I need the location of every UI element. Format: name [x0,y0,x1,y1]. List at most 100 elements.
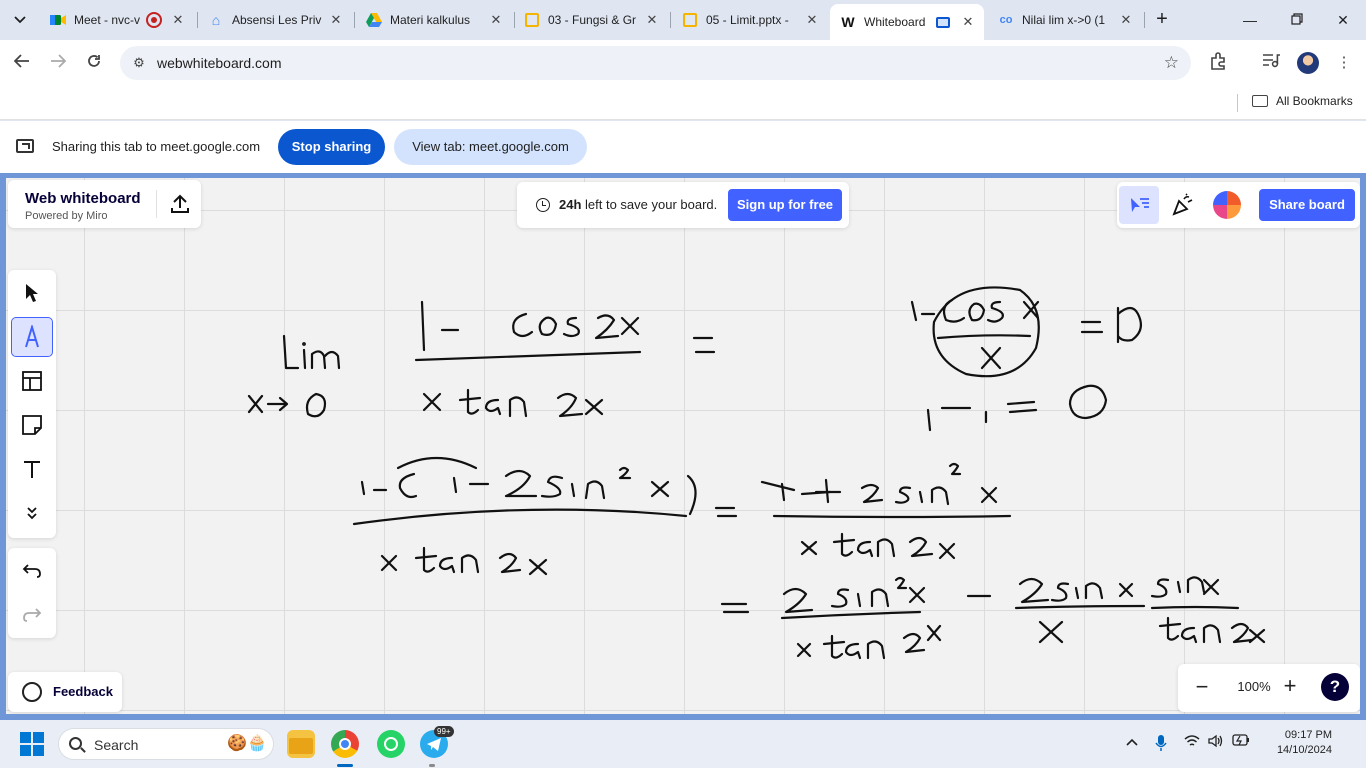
clock-icon [536,198,550,212]
menu-kebab-icon[interactable]: ⋮ [1333,52,1355,74]
battery-icon[interactable] [1232,734,1250,749]
save-notice-text: 24h left to save your board. [559,197,717,212]
tab-title: 05 - Limit.pptx - [706,13,789,27]
tab-whiteboard[interactable]: W Whiteboard ✕ [830,4,984,40]
redo-icon[interactable] [12,596,52,634]
close-icon[interactable]: ✕ [804,12,820,28]
tab-divider [1144,12,1145,28]
search-label: Search [94,737,139,753]
file-explorer-icon[interactable] [287,730,315,758]
browser-toolbar: ⚙ webwhiteboard.com ☆ ⋮ [0,40,1366,86]
stop-sharing-button[interactable]: Stop sharing [278,129,385,165]
tab-title: Absensi Les Priv [232,13,322,27]
notification-badge: 99+ [434,726,454,737]
reload-icon[interactable] [82,51,106,75]
address-bar[interactable]: ⚙ webwhiteboard.com ☆ [120,46,1191,80]
all-bookmarks-label: All Bookmarks [1276,94,1353,108]
cursor-follow-icon[interactable] [1119,186,1159,224]
telegram-icon[interactable]: 99+ [420,726,454,758]
extensions-icon[interactable] [1207,52,1229,74]
active-app-indicator [337,764,353,767]
more-tools-chevron-icon[interactable] [12,494,52,532]
panel-divider [156,190,157,218]
taskbar-search[interactable]: Search 🍪🧁 [58,728,274,760]
whiteboard-icon: W [841,14,855,30]
undo-icon[interactable] [12,552,52,590]
close-icon[interactable]: ✕ [1118,12,1134,28]
tab-absensi[interactable]: ⌂ Absensi Les Priv ✕ [198,6,352,34]
close-icon[interactable]: ✕ [488,12,504,28]
bookmark-star-icon[interactable]: ☆ [1164,53,1179,73]
powered-by-text: Powered by Miro [25,210,108,222]
forward-icon[interactable] [46,51,70,75]
sign-up-button[interactable]: Sign up for free [728,189,842,221]
sticky-note-icon[interactable] [12,406,52,444]
chrome-icon[interactable] [331,730,359,758]
history-panel [8,548,56,638]
minimize-icon[interactable]: — [1238,8,1262,32]
close-icon[interactable]: ✕ [644,12,660,28]
windows-start-icon[interactable] [20,732,44,756]
restore-icon[interactable] [1285,8,1309,32]
running-app-indicator [429,764,435,767]
tab-nilai-lim[interactable]: co Nilai lim x->0 (1 ✕ [988,6,1142,34]
text-tool-icon[interactable] [12,450,52,488]
microphone-icon[interactable] [1155,734,1167,755]
feedback-button[interactable]: Feedback [8,672,122,712]
window-close-icon[interactable]: ✕ [1331,8,1355,32]
close-icon[interactable]: ✕ [960,14,976,30]
drive-icon [366,12,382,28]
profile-avatar[interactable] [1297,52,1319,74]
tab-search-chevron-icon[interactable] [8,8,32,32]
whatsapp-icon[interactable] [377,730,405,758]
wifi-icon[interactable] [1184,734,1200,751]
help-button[interactable]: ? [1321,673,1349,701]
tab-materi[interactable]: Materi kalkulus ✕ [356,6,512,34]
all-bookmarks-button[interactable]: All Bookmarks [1252,94,1353,108]
clock-time: 09:17 PM [1284,729,1332,741]
present-screen-icon [16,139,34,153]
view-tab-button[interactable]: View tab: meet.google.com [394,129,587,165]
clock-date: 14/10/2024 [1276,744,1332,756]
site-info-icon[interactable]: ⚙ [130,54,148,72]
whiteboard-canvas[interactable]: Web whiteboard Powered by Miro 24h left … [6,178,1360,714]
zoom-level[interactable]: 100% [1232,679,1276,694]
shared-tab-frame: Web whiteboard Powered by Miro 24h left … [0,173,1366,720]
volume-icon[interactable] [1208,734,1224,751]
search-icon [69,737,82,750]
new-tab-button[interactable]: + [1150,8,1174,32]
slides-icon [524,12,540,28]
recording-icon [146,12,162,28]
save-notice-rest: left to save your board. [581,197,718,212]
tab-divider [670,12,671,28]
screen-share-icon [936,16,950,28]
tab-limit[interactable]: 05 - Limit.pptx - ✕ [672,6,828,34]
share-board-button[interactable]: Share board [1259,189,1355,221]
board-title: Web whiteboard [25,190,141,207]
co-icon: co [999,14,1013,26]
user-avatar[interactable] [1213,191,1241,219]
close-icon[interactable]: ✕ [170,12,186,28]
show-hidden-icons-chevron-icon[interactable] [1126,734,1138,749]
media-control-icon[interactable] [1260,52,1282,74]
tab-meet[interactable]: Meet - nvc-v ✕ [40,6,194,34]
screen-sharing-bar: Sharing this tab to meet.google.com Stop… [0,121,1366,173]
template-tool-icon[interactable] [12,362,52,400]
tab-fungsi[interactable]: 03 - Fungsi & Gr ✕ [514,6,668,34]
export-upload-icon[interactable] [168,192,192,216]
celebrate-icon[interactable] [1163,186,1203,224]
select-tool-icon[interactable] [12,274,52,312]
search-highlight-icon: 🍪🧁 [227,735,267,752]
system-clock[interactable]: 09:17 PM 14/10/2024 [1256,728,1332,758]
pen-tool-icon[interactable] [11,317,53,357]
meet-icon [50,12,66,28]
save-hours: 24h [559,197,582,212]
close-icon[interactable]: ✕ [328,12,344,28]
zoom-out-button[interactable]: − [1192,676,1212,700]
zoom-in-button[interactable]: + [1280,674,1300,698]
tab-title: Meet - nvc-v [74,13,141,27]
back-icon[interactable] [10,51,34,75]
slides-icon [682,12,698,28]
tab-strip: Meet - nvc-v ✕ ⌂ Absensi Les Priv ✕ Mate… [0,0,1366,40]
home-icon: ⌂ [211,12,221,28]
